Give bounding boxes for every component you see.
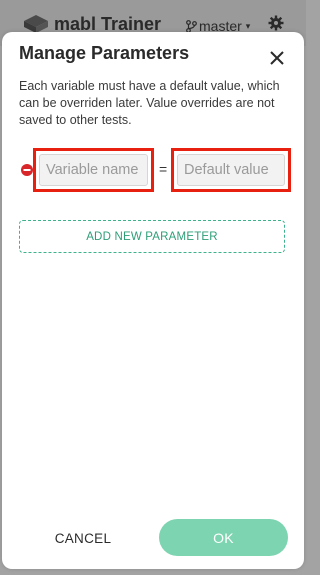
remove-circle-icon[interactable] xyxy=(21,164,33,176)
ok-button[interactable]: OK xyxy=(159,519,288,556)
close-icon[interactable] xyxy=(268,49,286,67)
dialog-description: Each variable must have a default value,… xyxy=(19,79,280,127)
default-value-highlight xyxy=(171,148,291,192)
add-new-parameter-button[interactable]: ADD NEW PARAMETER xyxy=(19,220,285,253)
cancel-button[interactable]: CANCEL xyxy=(40,521,126,555)
parameter-row: = xyxy=(18,146,294,194)
default-value-input[interactable] xyxy=(177,154,285,186)
git-branch-icon xyxy=(186,19,197,33)
gear-icon[interactable] xyxy=(268,15,284,31)
variable-name-input[interactable] xyxy=(39,154,148,186)
mabl-logo-icon xyxy=(24,15,48,33)
equals-sign: = xyxy=(159,161,168,177)
chevron-down-icon: ▾ xyxy=(245,20,251,31)
variable-name-highlight xyxy=(33,148,154,192)
manage-parameters-dialog: Manage Parameters Each variable must hav… xyxy=(2,32,304,569)
dialog-title: Manage Parameters xyxy=(19,43,190,63)
